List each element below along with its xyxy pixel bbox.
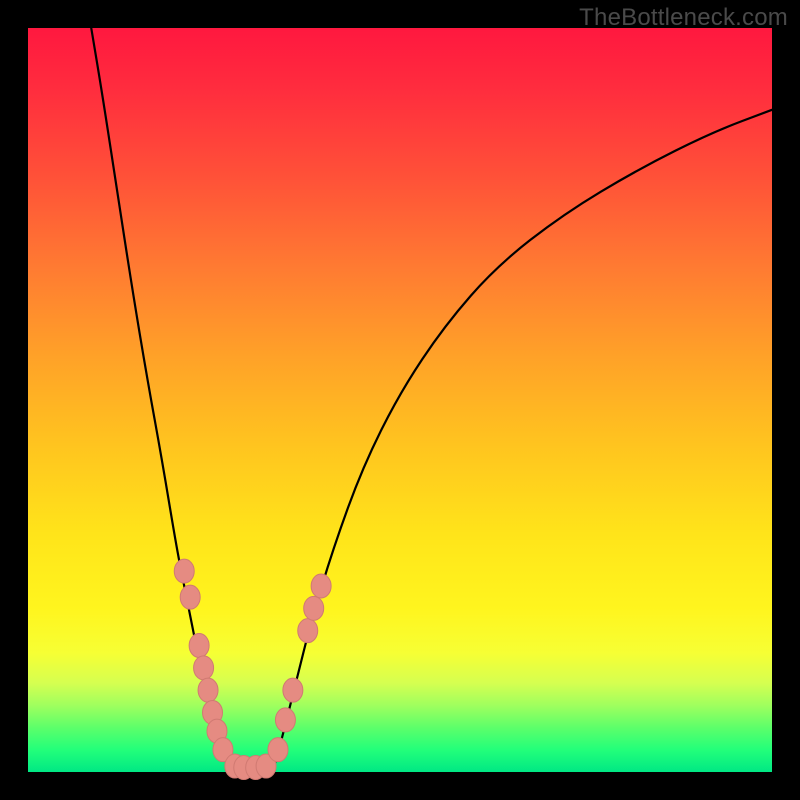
chart-svg [28,28,772,772]
marker-point [174,559,194,583]
marker-point [304,596,324,620]
marker-point [298,619,318,643]
marker-point [189,634,209,658]
marker-point [198,678,218,702]
curve-right-branch [274,110,772,768]
marker-point [275,708,295,732]
plot-area [28,28,772,772]
marker-point [268,738,288,762]
outer-frame: TheBottleneck.com [0,0,800,800]
marker-point [311,574,331,598]
marker-point [180,585,200,609]
marker-group [174,559,331,779]
marker-point [283,678,303,702]
marker-point [194,656,214,680]
